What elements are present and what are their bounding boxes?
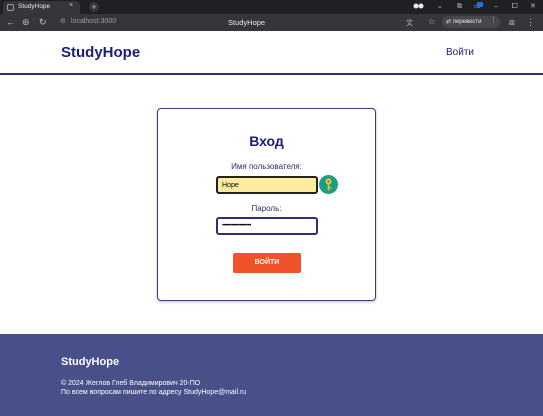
bookmark-star-icon[interactable]: ☆ <box>428 17 435 26</box>
site-logo[interactable]: StudyHope <box>61 44 140 61</box>
footer-brand: StudyHope <box>61 356 120 368</box>
footer-copyright: © 2024 Жеглов Глеб Владимирович 20-ПО <box>61 380 201 387</box>
password-manager-key-icon[interactable] <box>319 175 338 194</box>
browser-tabstrip: StudyHope × + ⌄ ⧉ ▭ – ⧠ ✕ <box>0 0 543 14</box>
login-card: Вход Имя пользователя: Пароль: •••••••••… <box>157 108 376 301</box>
login-nav-link[interactable]: Войти <box>446 47 474 58</box>
reading-list-icon[interactable]: ⧈ <box>509 16 515 28</box>
translate-chip-icon: ⇄ <box>446 19 453 25</box>
close-window-icon[interactable]: ✕ <box>530 2 536 12</box>
forward-icon[interactable]: ⊛ <box>22 16 30 28</box>
page-content: StudyHope Войти Вход Имя пользователя: П… <box>0 31 543 416</box>
more-menu-icon[interactable]: ⋮ <box>526 16 535 28</box>
username-label: Имя пользователя: <box>231 162 302 171</box>
reload-icon[interactable]: ↻ <box>39 16 47 28</box>
tab-close-icon[interactable]: × <box>69 2 73 9</box>
back-icon[interactable]: ← <box>6 16 15 28</box>
address-bar[interactable]: ⊘ localhost:3000 StudyHope 文 ☆ <box>56 16 439 29</box>
browser-toolbar: ← ⊛ ↻ ⊘ localhost:3000 StudyHope 文 ☆ ⇄ п… <box>0 14 543 31</box>
username-input[interactable] <box>216 176 318 194</box>
menu-icon[interactable]: ⋮ <box>490 16 497 24</box>
password-label: Пароль: <box>251 204 282 213</box>
url-text[interactable]: localhost:3000 <box>71 18 116 25</box>
chevron-down-icon[interactable]: ⌄ <box>437 2 443 12</box>
extensions-icon[interactable]: ⧉ <box>457 2 462 12</box>
password-input[interactable]: •••••••••••••••••• <box>216 217 318 235</box>
translate-icon[interactable]: 文 <box>406 18 413 28</box>
notification-badge <box>477 2 483 7</box>
profile-icon[interactable] <box>413 2 424 14</box>
new-tab-button[interactable]: + <box>89 2 99 12</box>
login-title: Вход <box>249 133 284 149</box>
page-heading: StudyHope <box>228 18 266 27</box>
login-submit-button[interactable]: ВОЙТИ <box>233 253 301 273</box>
tab-favicon-icon <box>7 4 14 11</box>
footer-contact: По всем вопросам пишите по адресу StudyH… <box>61 389 247 396</box>
translate-label: перевести <box>452 19 482 25</box>
site-info-icon[interactable]: ⊘ <box>60 17 66 25</box>
browser-tab[interactable]: StudyHope × <box>3 1 80 14</box>
site-header: StudyHope Войти <box>0 31 543 75</box>
tab-title: StudyHope <box>18 3 51 10</box>
site-footer: StudyHope © 2024 Жеглов Глеб Владимирови… <box>0 334 543 416</box>
maximize-icon[interactable]: ⧠ <box>512 2 518 12</box>
minimize-icon[interactable]: – <box>494 2 498 12</box>
